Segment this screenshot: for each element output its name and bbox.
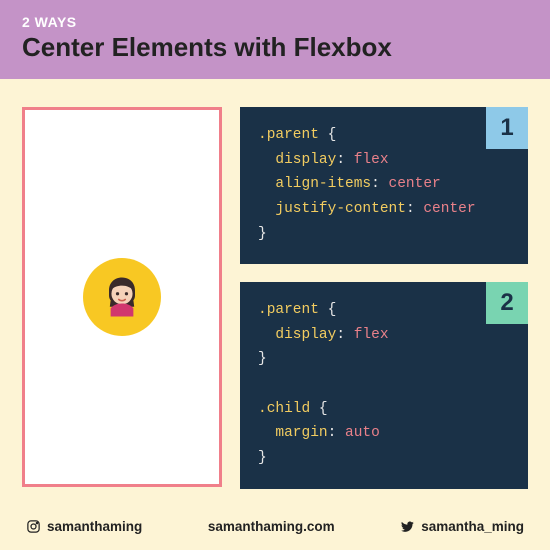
css-prop: align-items	[275, 176, 371, 192]
website-url: samanthaming.com	[208, 519, 335, 534]
css-prop: display	[275, 152, 336, 168]
instagram-icon	[26, 519, 41, 534]
css-value: flex	[354, 327, 389, 343]
twitter-text: samantha_ming	[421, 519, 524, 534]
person-icon	[96, 271, 148, 323]
code-card-1: 1.parent { display: flex align-items: ce…	[240, 107, 528, 264]
css-selector: .parent	[258, 127, 319, 143]
code-card-2: 2.parent { display: flex } .child { marg…	[240, 282, 528, 488]
css-selector: .child	[258, 401, 310, 417]
page-title: Center Elements with Flexbox	[22, 32, 528, 63]
eyebrow: 2 WAYS	[22, 14, 528, 30]
header: 2 WAYS Center Elements with Flexbox	[0, 0, 550, 79]
demo-panel	[22, 107, 222, 487]
css-value: center	[423, 201, 475, 217]
footer: samanthaming samanthaming.com samantha_m…	[0, 507, 550, 550]
twitter-handle: samantha_ming	[400, 519, 524, 534]
css-value: center	[389, 176, 441, 192]
card-number-badge: 1	[486, 107, 528, 149]
css-prop: justify-content	[275, 201, 406, 217]
twitter-icon	[400, 519, 415, 534]
css-prop: margin	[275, 425, 327, 441]
main-content: 1.parent { display: flex align-items: ce…	[0, 79, 550, 507]
css-value: flex	[354, 152, 389, 168]
card-number-badge: 2	[486, 282, 528, 324]
website-text: samanthaming.com	[208, 519, 335, 534]
css-selector: .parent	[258, 302, 319, 318]
code-column: 1.parent { display: flex align-items: ce…	[240, 107, 528, 497]
css-value: auto	[345, 425, 380, 441]
avatar	[83, 258, 161, 336]
instagram-handle: samanthaming	[26, 519, 142, 534]
instagram-text: samanthaming	[47, 519, 142, 534]
css-prop: display	[275, 327, 336, 343]
